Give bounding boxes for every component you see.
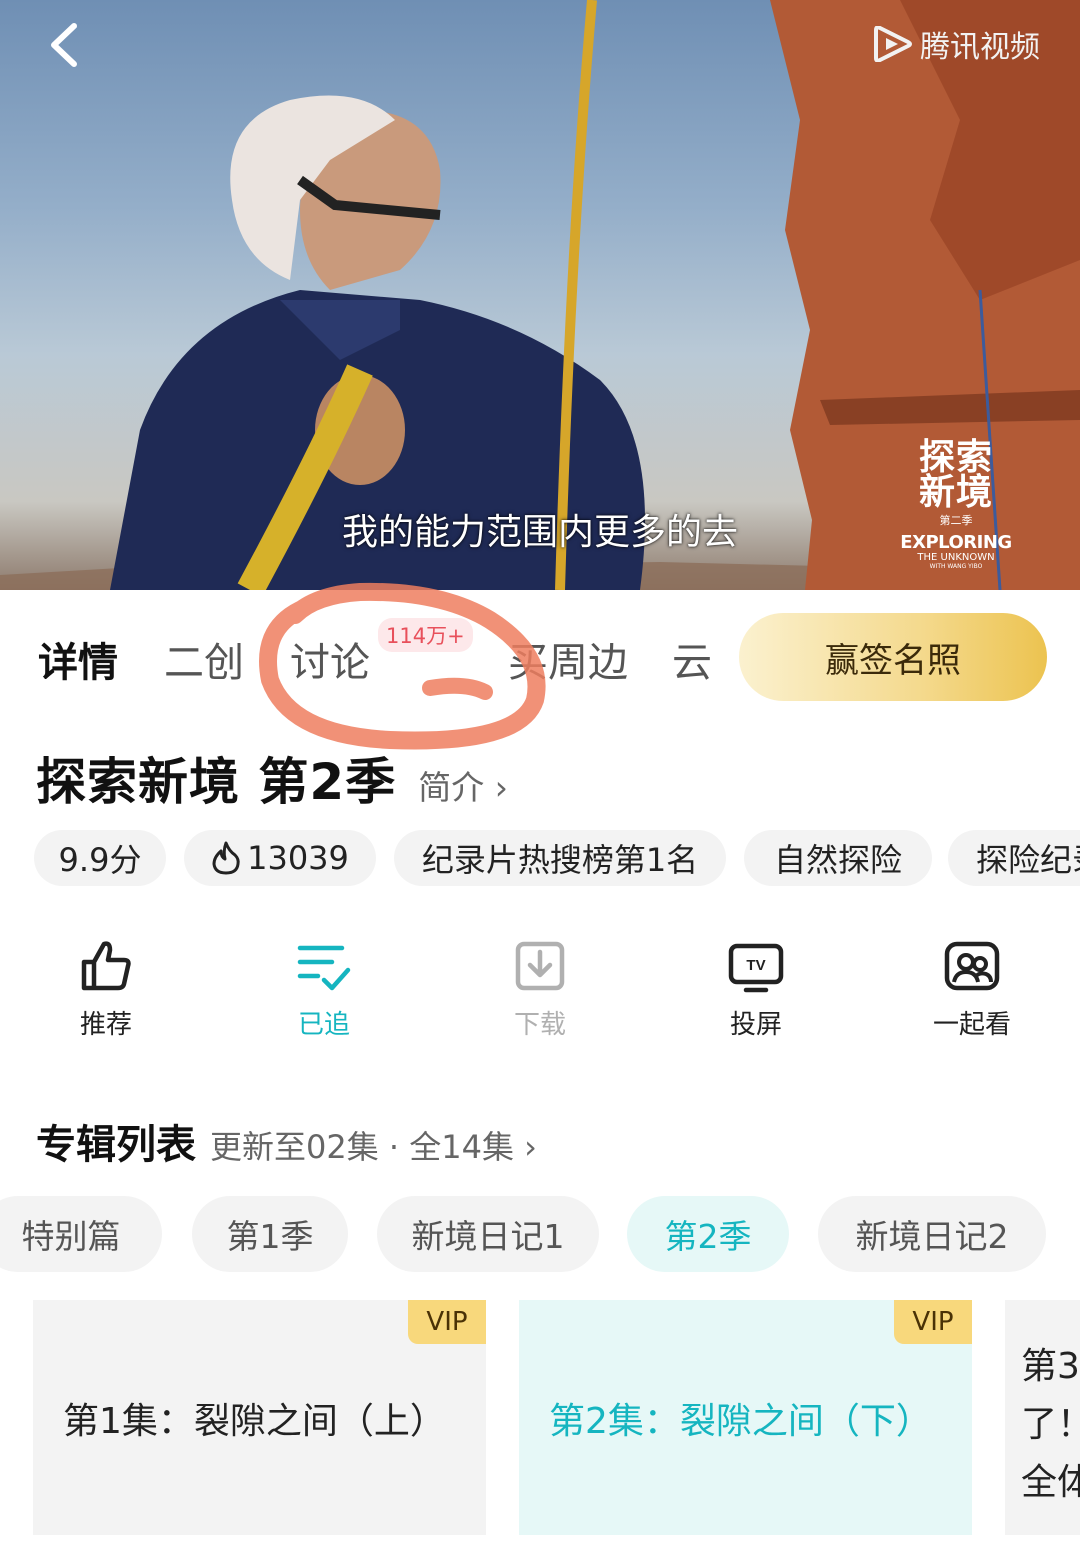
album-title: 专辑列表 xyxy=(36,1122,196,1168)
brand-logo: 腾讯视频 xyxy=(872,22,1040,66)
rating-tag-label: 9.9分 xyxy=(58,841,142,879)
flame-icon xyxy=(212,841,240,875)
genre-tag-nature-label: 自然探险 xyxy=(773,841,902,879)
episode-title: 第2集：裂隙之间（下） xyxy=(549,1401,932,1442)
heat-tag[interactable]: 13039 xyxy=(184,830,376,886)
tencent-video-logo-icon xyxy=(874,26,912,62)
tab-merchandise[interactable]: 买周边 xyxy=(508,630,628,688)
followed-button[interactable]: 已追 xyxy=(254,938,394,1041)
watermark-title-line2: 新境 xyxy=(918,472,993,513)
season-chip-diary1[interactable]: 新境日记1 xyxy=(377,1196,599,1272)
watch-together-icon xyxy=(944,941,1000,991)
episode-title: 第3 了！ 全体 xyxy=(1021,1346,1080,1503)
cast-label: 投屏 xyxy=(729,1010,782,1040)
watch-together-button[interactable]: 一起看 xyxy=(902,938,1042,1041)
ranking-tag-label: 纪录片热搜榜第1名 xyxy=(421,841,699,879)
genre-tag-adventure-label: 探险纪录 xyxy=(976,841,1080,879)
season-chip-diary2[interactable]: 新境日记2 xyxy=(818,1196,1046,1272)
season-chip-season1[interactable]: 第1季 xyxy=(192,1196,348,1272)
brand-logo-text: 腾讯视频 xyxy=(920,30,1040,65)
action-bar: 推荐 已追 下载 TV 投屏 一起看 xyxy=(0,938,1080,1048)
download-button[interactable]: 下载 xyxy=(470,938,610,1041)
tab-details[interactable]: 详情 xyxy=(38,630,118,688)
genre-tag-nature[interactable]: 自然探险 xyxy=(744,830,932,886)
episode-title: 第1集：裂隙之间（上） xyxy=(63,1401,446,1442)
watermark-title-line1: 探索 xyxy=(918,437,993,478)
episode-card-3[interactable]: 第3 了！ 全体 xyxy=(1005,1300,1080,1535)
intro-link[interactable]: 简介 › xyxy=(418,761,508,809)
heat-tag-label: 13039 xyxy=(247,839,349,877)
watermark-en-line3: WITH WANG YIBO xyxy=(929,563,983,570)
episode-list: VIP 第1集：裂隙之间（上） VIP 第2集：裂隙之间（下） 第3 了！ 全体 xyxy=(0,1300,1080,1535)
vip-badge: VIP xyxy=(894,1300,972,1344)
album-header: 专辑列表 更新至02集 · 全14集 › xyxy=(36,1112,537,1170)
recommend-label: 推荐 xyxy=(79,1010,132,1040)
tv-cast-icon: TV xyxy=(728,943,784,993)
watermark-en-line2: THE UNKNOWN xyxy=(917,552,995,563)
cast-button[interactable]: TV 投屏 xyxy=(686,938,826,1041)
discussion-count-badge: 114万+ xyxy=(378,618,473,652)
season-chip-special[interactable]: 特别篇 xyxy=(0,1196,162,1272)
recommend-button[interactable]: 推荐 xyxy=(36,938,176,1041)
tab-discussion[interactable]: 讨论 xyxy=(290,630,370,688)
detail-tabs: 详情 二创 讨论 114万+ 买周边 云 赢签名照 xyxy=(0,612,1080,702)
thumbs-up-icon xyxy=(81,941,131,991)
show-title-row: 探索新境 第2季 简介 › xyxy=(36,742,508,814)
album-episode-info[interactable]: 更新至02集 · 全14集 › xyxy=(210,1122,537,1168)
rating-tag[interactable]: 9.9分 xyxy=(34,830,166,886)
episode-card-2[interactable]: VIP 第2集：裂隙之间（下） xyxy=(519,1300,972,1535)
chevron-left-icon xyxy=(51,23,77,67)
ranking-tag[interactable]: 纪录片热搜榜第1名 xyxy=(394,830,726,886)
watermark-en-line1: EXPLORING xyxy=(900,532,1012,553)
season-selector: 特别篇 第1季 新境日记1 第2季 新境日记2 xyxy=(0,1196,1080,1272)
show-title: 探索新境 第2季 xyxy=(36,753,397,811)
watch-together-label: 一起看 xyxy=(932,1010,1011,1040)
download-label: 下载 xyxy=(513,1010,566,1040)
vip-badge: VIP xyxy=(408,1300,486,1344)
episode-card-1[interactable]: VIP 第1集：裂隙之间（上） xyxy=(33,1300,486,1535)
win-signed-photo-button[interactable]: 赢签名照 xyxy=(739,613,1047,701)
tag-row: 9.9分 13039 纪录片热搜榜第1名 自然探险 探险纪录 xyxy=(34,830,1080,886)
genre-tag-adventure[interactable]: 探险纪录 xyxy=(948,830,1080,886)
followed-label: 已追 xyxy=(297,1010,350,1040)
tab-fan-creations[interactable]: 二创 xyxy=(164,630,244,688)
followed-list-icon xyxy=(297,945,351,991)
svg-text:TV: TV xyxy=(746,957,765,974)
download-icon xyxy=(515,941,565,991)
season-chip-season2[interactable]: 第2季 xyxy=(627,1196,789,1272)
watermark-season: 第二季 xyxy=(939,514,973,527)
video-player[interactable]: 腾讯视频 我的能力范围内更多的去 探索 新境 第二季 EXPLORING THE… xyxy=(0,0,1080,590)
show-watermark: 探索 新境 第二季 EXPLORING THE UNKNOWN WITH WAN… xyxy=(896,437,1016,571)
tab-cloud[interactable]: 云 xyxy=(672,630,712,688)
back-button[interactable] xyxy=(40,20,90,70)
